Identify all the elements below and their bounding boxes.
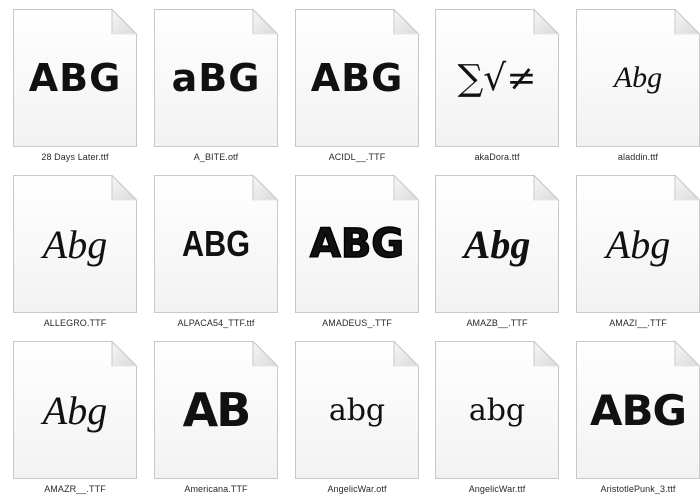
file-name-label: AMAZI__.TTF (609, 318, 667, 328)
font-file-item[interactable]: ABG ACIDL__.TTF (294, 8, 420, 168)
file-name-label: ALLEGRO.TTF (43, 318, 107, 328)
font-preview-glyphs: Abg (42, 387, 108, 433)
font-file-item[interactable]: abg AngelicWar.otf (294, 340, 420, 500)
font-file-item[interactable]: Abg AMAZR__.TTF (12, 340, 138, 500)
file-name-label: AMAZR__.TTF (44, 484, 106, 494)
file-name-label: aladdin.ttf (617, 152, 659, 162)
file-name-label: AngelicWar.otf (327, 484, 387, 494)
font-file-item[interactable]: aBG A_BITE.otf (153, 8, 279, 168)
file-name-label: 28 Days Later.ttf (41, 152, 109, 162)
font-preview-glyphs: Abg (613, 61, 663, 94)
font-file-item[interactable]: ABG 28 Days Later.ttf (12, 8, 138, 168)
file-name-label: ALPACA54_TTF.ttf (177, 318, 255, 328)
font-preview-glyphs: ∑√≠ (457, 57, 537, 99)
font-file-item[interactable]: ABG AMADEUS_.TTF (294, 174, 420, 334)
font-preview-glyphs: Abg (42, 221, 108, 267)
font-file-grid: ABG 28 Days Later.ttf aBG A_BITE.otf ABG ACID… (0, 0, 700, 500)
file-name-label: A_BITE.otf (193, 152, 239, 162)
font-file-item[interactable]: Abg ALLEGRO.TTF (12, 174, 138, 334)
file-name-label: ACIDL__.TTF (328, 152, 386, 162)
font-file-item[interactable]: Abg aladdin.ttf (575, 8, 700, 168)
font-preview-glyphs: abg (328, 392, 386, 428)
font-preview-glyphs: ABG (590, 385, 687, 435)
file-name-label: AngelicWar.ttf (468, 484, 526, 494)
font-file-item[interactable]: ABG AristotlePunk_3.ttf (575, 340, 700, 500)
file-name-label: AMADEUS_.TTF (322, 318, 392, 328)
font-file-item[interactable]: AB Americana.TTF (153, 340, 279, 500)
font-preview-glyphs: abg (468, 392, 526, 428)
font-preview-glyphs: ABG (28, 56, 122, 100)
font-file-item[interactable]: ∑√≠ akaDora.ttf (434, 8, 560, 168)
font-preview-glyphs: aBG (171, 56, 261, 100)
font-preview-glyphs: ABG (310, 56, 404, 100)
font-file-item[interactable]: Abg AMAZB__.TTF (434, 174, 560, 334)
font-preview-glyphs: ABG (309, 220, 405, 268)
font-file-item[interactable]: Abg AMAZI__.TTF (575, 174, 700, 334)
font-file-item[interactable]: abg AngelicWar.ttf (434, 340, 560, 500)
font-preview-glyphs: AB (182, 383, 252, 437)
font-preview-glyphs: ABG (182, 223, 250, 264)
file-name-label: Americana.TTF (184, 484, 248, 494)
font-file-item[interactable]: ABG ALPACA54_TTF.ttf (153, 174, 279, 334)
file-name-label: AMAZB__.TTF (466, 318, 528, 328)
font-preview-glyphs: Abg (463, 221, 531, 267)
file-name-label: akaDora.ttf (474, 152, 520, 162)
file-name-label: AristotlePunk_3.ttf (600, 484, 676, 494)
font-preview-glyphs: Abg (605, 221, 671, 267)
